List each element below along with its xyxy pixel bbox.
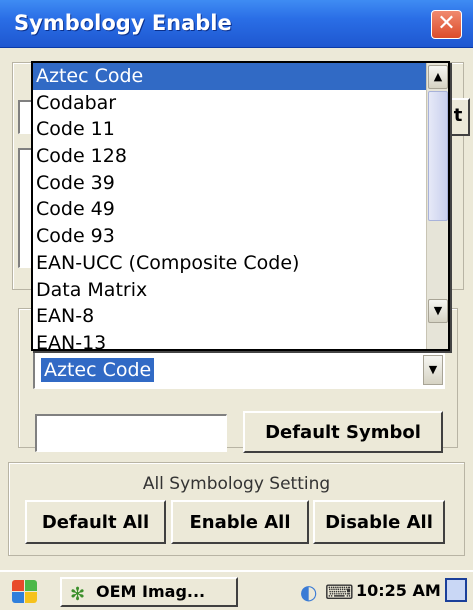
dropdown-item[interactable]: Data Matrix xyxy=(33,277,448,304)
app-icon: ✻ xyxy=(70,584,86,605)
disable-all-button[interactable]: Disable All xyxy=(313,500,445,544)
taskbar-app-label: OEM Imag... xyxy=(96,582,206,601)
dropdown-item[interactable]: EAN-13 xyxy=(33,330,448,349)
arrow-up-icon: ▲ xyxy=(433,70,443,83)
scroll-down-button[interactable]: ▼ xyxy=(428,299,448,323)
chevron-down-icon: ▼ xyxy=(428,363,438,376)
scroll-up-button[interactable]: ▲ xyxy=(428,65,448,89)
close-button[interactable]: ✕ xyxy=(431,10,462,39)
combobox-value: Aztec Code xyxy=(41,358,155,382)
symbol-status-field[interactable] xyxy=(35,414,227,452)
combobox-dropdown-button[interactable]: ▼ xyxy=(423,355,443,385)
dropdown-item[interactable]: Code 39 xyxy=(33,170,448,197)
window-title: Symbology Enable xyxy=(14,11,232,35)
default-symbol-button[interactable]: Default Symbol xyxy=(243,411,443,453)
scroll-thumb[interactable] xyxy=(428,91,448,221)
all-symbology-label: All Symbology Setting xyxy=(142,474,331,494)
default-all-button[interactable]: Default All xyxy=(25,500,166,544)
taskbar: ✻ OEM Imag... ◐ ⌨ 10:25 AM xyxy=(0,570,473,610)
dropdown-item[interactable]: Aztec Code xyxy=(33,63,448,90)
dropdown-item[interactable]: Codabar xyxy=(33,90,448,117)
taskbar-app-button[interactable]: ✻ OEM Imag... xyxy=(60,577,238,607)
enable-all-button[interactable]: Enable All xyxy=(171,500,309,544)
dropdown-item[interactable]: Code 93 xyxy=(33,223,448,250)
desktop-icon[interactable] xyxy=(445,578,467,602)
dropdown-item[interactable]: Code 128 xyxy=(33,143,448,170)
dropdown-item[interactable]: Code 49 xyxy=(33,196,448,223)
dropdown-item[interactable]: Code 11 xyxy=(33,116,448,143)
arrow-down-icon: ▼ xyxy=(433,304,443,317)
dropdown-items: Aztec Code Codabar Code 11 Code 128 Code 39 C… xyxy=(33,63,448,349)
keyboard-icon[interactable]: ⌨ xyxy=(325,580,354,604)
symbology-dropdown-list[interactable]: Aztec Code Codabar Code 11 Code 128 Code 39 C… xyxy=(31,61,450,351)
dropdown-scrollbar[interactable]: ▲ ▼ xyxy=(426,63,448,349)
start-icon[interactable] xyxy=(12,580,38,604)
dropdown-item[interactable]: EAN-8 xyxy=(33,303,448,330)
title-bar: Symbology Enable ✕ xyxy=(0,0,473,48)
close-icon: ✕ xyxy=(437,11,456,36)
symbology-combobox[interactable]: Aztec Code ▼ xyxy=(33,351,445,389)
dropdown-item[interactable]: EAN-UCC (Composite Code) xyxy=(33,250,448,277)
network-icon[interactable]: ◐ xyxy=(300,580,317,604)
clock: 10:25 AM xyxy=(356,581,441,600)
